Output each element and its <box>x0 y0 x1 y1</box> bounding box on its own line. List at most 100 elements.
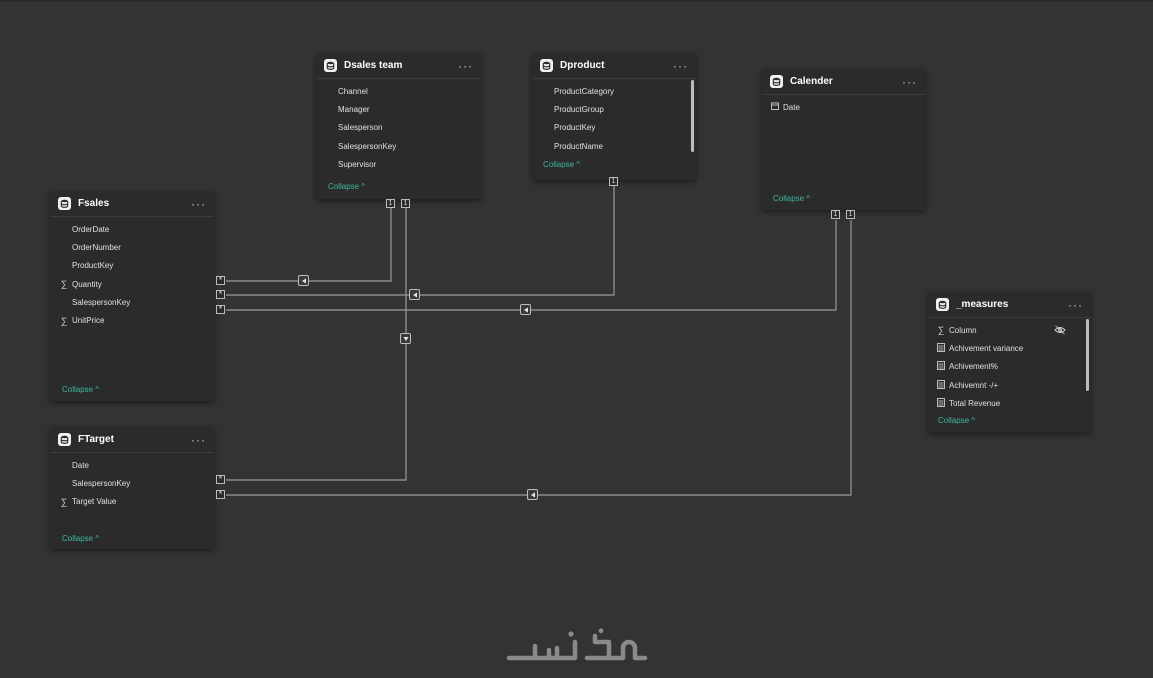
table-icon <box>324 59 337 72</box>
table-card-dproduct[interactable]: Dproduct ··· ProductCategory ProductGrou… <box>532 53 696 180</box>
field-row[interactable]: OrderNumber <box>58 238 214 256</box>
field-row[interactable]: Date <box>769 98 925 116</box>
scrollbar[interactable] <box>1086 319 1089 391</box>
field-row[interactable]: ProductKey <box>540 119 696 137</box>
calendar-icon <box>769 102 781 112</box>
field-row[interactable]: Channel <box>324 82 481 100</box>
field-row[interactable]: Achivement variance <box>935 339 1091 357</box>
field-name: Date <box>783 102 800 112</box>
field-name: Date <box>72 460 89 470</box>
field-row[interactable]: SalespersonKey <box>58 293 214 311</box>
cardinality-one-marker: 1 <box>609 177 618 186</box>
collapse-button[interactable]: Collapse ^ <box>328 182 365 191</box>
field-row[interactable]: OrderDate <box>58 220 214 238</box>
cardinality-one-marker: 1 <box>846 210 855 219</box>
table-card-dsales-team[interactable]: Dsales team ··· Channel Manager Salesper… <box>316 53 481 199</box>
field-row[interactable]: Manager <box>324 100 481 118</box>
field-list: OrderDate OrderNumber ProductKey ∑ Quanti… <box>50 217 214 330</box>
field-list: ∑ Column Achivement variance Achivement%… <box>928 318 1091 412</box>
filter-direction-left-icon[interactable] <box>298 275 309 286</box>
table-title: Calender <box>790 76 833 87</box>
field-name: Target Value <box>72 497 117 507</box>
filter-direction-left-icon[interactable] <box>409 289 420 300</box>
field-name: SalespersonKey <box>72 297 131 307</box>
field-name: UnitPrice <box>72 316 105 326</box>
scrollbar[interactable] <box>691 80 694 152</box>
rel-dsales-fsales[interactable] <box>226 208 392 282</box>
field-list: Channel Manager Salesperson SalespersonK… <box>316 79 481 173</box>
field-list: Date SalespersonKey ∑ Target Value <box>50 453 214 511</box>
field-row[interactable]: Total Revenue <box>935 394 1091 412</box>
cardinality-many-marker: * <box>216 290 225 299</box>
table-title: _measures <box>956 299 1009 310</box>
cardinality-one-marker: 1 <box>831 210 840 219</box>
table-header[interactable]: Calender ··· <box>762 69 925 95</box>
field-row[interactable]: Supervisor <box>324 155 481 173</box>
field-row[interactable]: Achivement% <box>935 358 1091 376</box>
field-row[interactable]: ProductKey <box>58 257 214 275</box>
field-row[interactable]: ProductCategory <box>540 82 696 100</box>
table-header[interactable]: _measures ··· <box>928 292 1091 318</box>
table-header[interactable]: Dsales team ··· <box>316 53 481 79</box>
collapse-button[interactable]: Collapse ^ <box>543 160 580 169</box>
filter-direction-left-icon[interactable] <box>527 489 538 500</box>
table-title: Fsales <box>78 198 110 209</box>
collapse-button[interactable]: Collapse ^ <box>773 194 810 203</box>
rel-dsales-ftarget[interactable] <box>226 208 407 481</box>
field-row[interactable]: ∑ UnitPrice <box>58 311 214 329</box>
hidden-eye-icon[interactable] <box>1054 325 1066 337</box>
calculator-icon <box>935 342 947 354</box>
sigma-icon: ∑ <box>937 325 945 336</box>
table-card-ftarget[interactable]: FTarget ··· Date SalespersonKey ∑ Target … <box>50 427 214 549</box>
table-icon <box>58 197 71 210</box>
more-options-icon[interactable]: ··· <box>1068 298 1083 312</box>
table-header[interactable]: FTarget ··· <box>50 427 214 453</box>
table-card-measures[interactable]: _measures ··· ∑ Column Achivement varian… <box>928 292 1091 432</box>
table-header[interactable]: Dproduct ··· <box>532 53 696 79</box>
field-row[interactable]: SalespersonKey <box>58 474 214 492</box>
field-name: Column <box>949 325 977 335</box>
rel-dproduct-fsales[interactable] <box>226 186 615 296</box>
table-icon <box>58 433 71 446</box>
field-row[interactable]: Date <box>58 456 214 474</box>
table-icon <box>770 75 783 88</box>
more-options-icon[interactable]: ··· <box>902 75 917 89</box>
calculator-icon <box>935 397 947 409</box>
table-card-calender[interactable]: Calender ··· Date Collapse ^ <box>762 69 925 210</box>
rel-calender-ftarget[interactable] <box>226 220 852 496</box>
table-header[interactable]: Fsales ··· <box>50 191 214 217</box>
field-row[interactable]: Salesperson <box>324 119 481 137</box>
more-options-icon[interactable]: ··· <box>673 59 688 73</box>
calculator-icon <box>935 361 947 372</box>
field-name: Channel <box>338 86 368 96</box>
collapse-button[interactable]: Collapse ^ <box>62 534 99 543</box>
field-row[interactable]: ProductGroup <box>540 100 696 118</box>
field-name: Achivement variance <box>949 343 1024 353</box>
filter-direction-down-icon[interactable] <box>400 333 411 344</box>
more-options-icon[interactable]: ··· <box>191 433 206 447</box>
more-options-icon[interactable]: ··· <box>458 59 473 73</box>
sigma-icon: ∑ <box>60 279 68 290</box>
table-icon <box>936 298 949 311</box>
cardinality-many-marker: * <box>216 490 225 499</box>
field-name: Achivement% <box>949 362 998 372</box>
more-options-icon[interactable]: ··· <box>191 197 206 211</box>
field-list: Date <box>762 95 925 116</box>
table-title: Dproduct <box>560 60 605 71</box>
field-row[interactable]: SalespersonKey <box>324 137 481 155</box>
cardinality-one-marker: 1 <box>386 199 395 208</box>
rel-calender-fsales[interactable] <box>226 220 837 311</box>
collapse-button[interactable]: Collapse ^ <box>62 385 99 394</box>
field-row[interactable]: ∑ Target Value <box>58 493 214 511</box>
filter-direction-left-icon[interactable] <box>520 304 531 315</box>
field-row[interactable]: ProductName <box>540 137 696 155</box>
field-name: Supervisor <box>338 159 377 169</box>
field-row[interactable]: ∑ Quantity <box>58 275 214 293</box>
field-row[interactable]: ∑ Column <box>935 321 1091 339</box>
cardinality-many-marker: * <box>216 475 225 484</box>
table-icon <box>540 59 553 72</box>
field-name: SalespersonKey <box>338 141 397 151</box>
collapse-button[interactable]: Collapse ^ <box>938 416 975 425</box>
table-card-fsales[interactable]: Fsales ··· OrderDate OrderNumber Product… <box>50 191 214 401</box>
field-row[interactable]: Achivemnt -/+ <box>935 376 1091 394</box>
